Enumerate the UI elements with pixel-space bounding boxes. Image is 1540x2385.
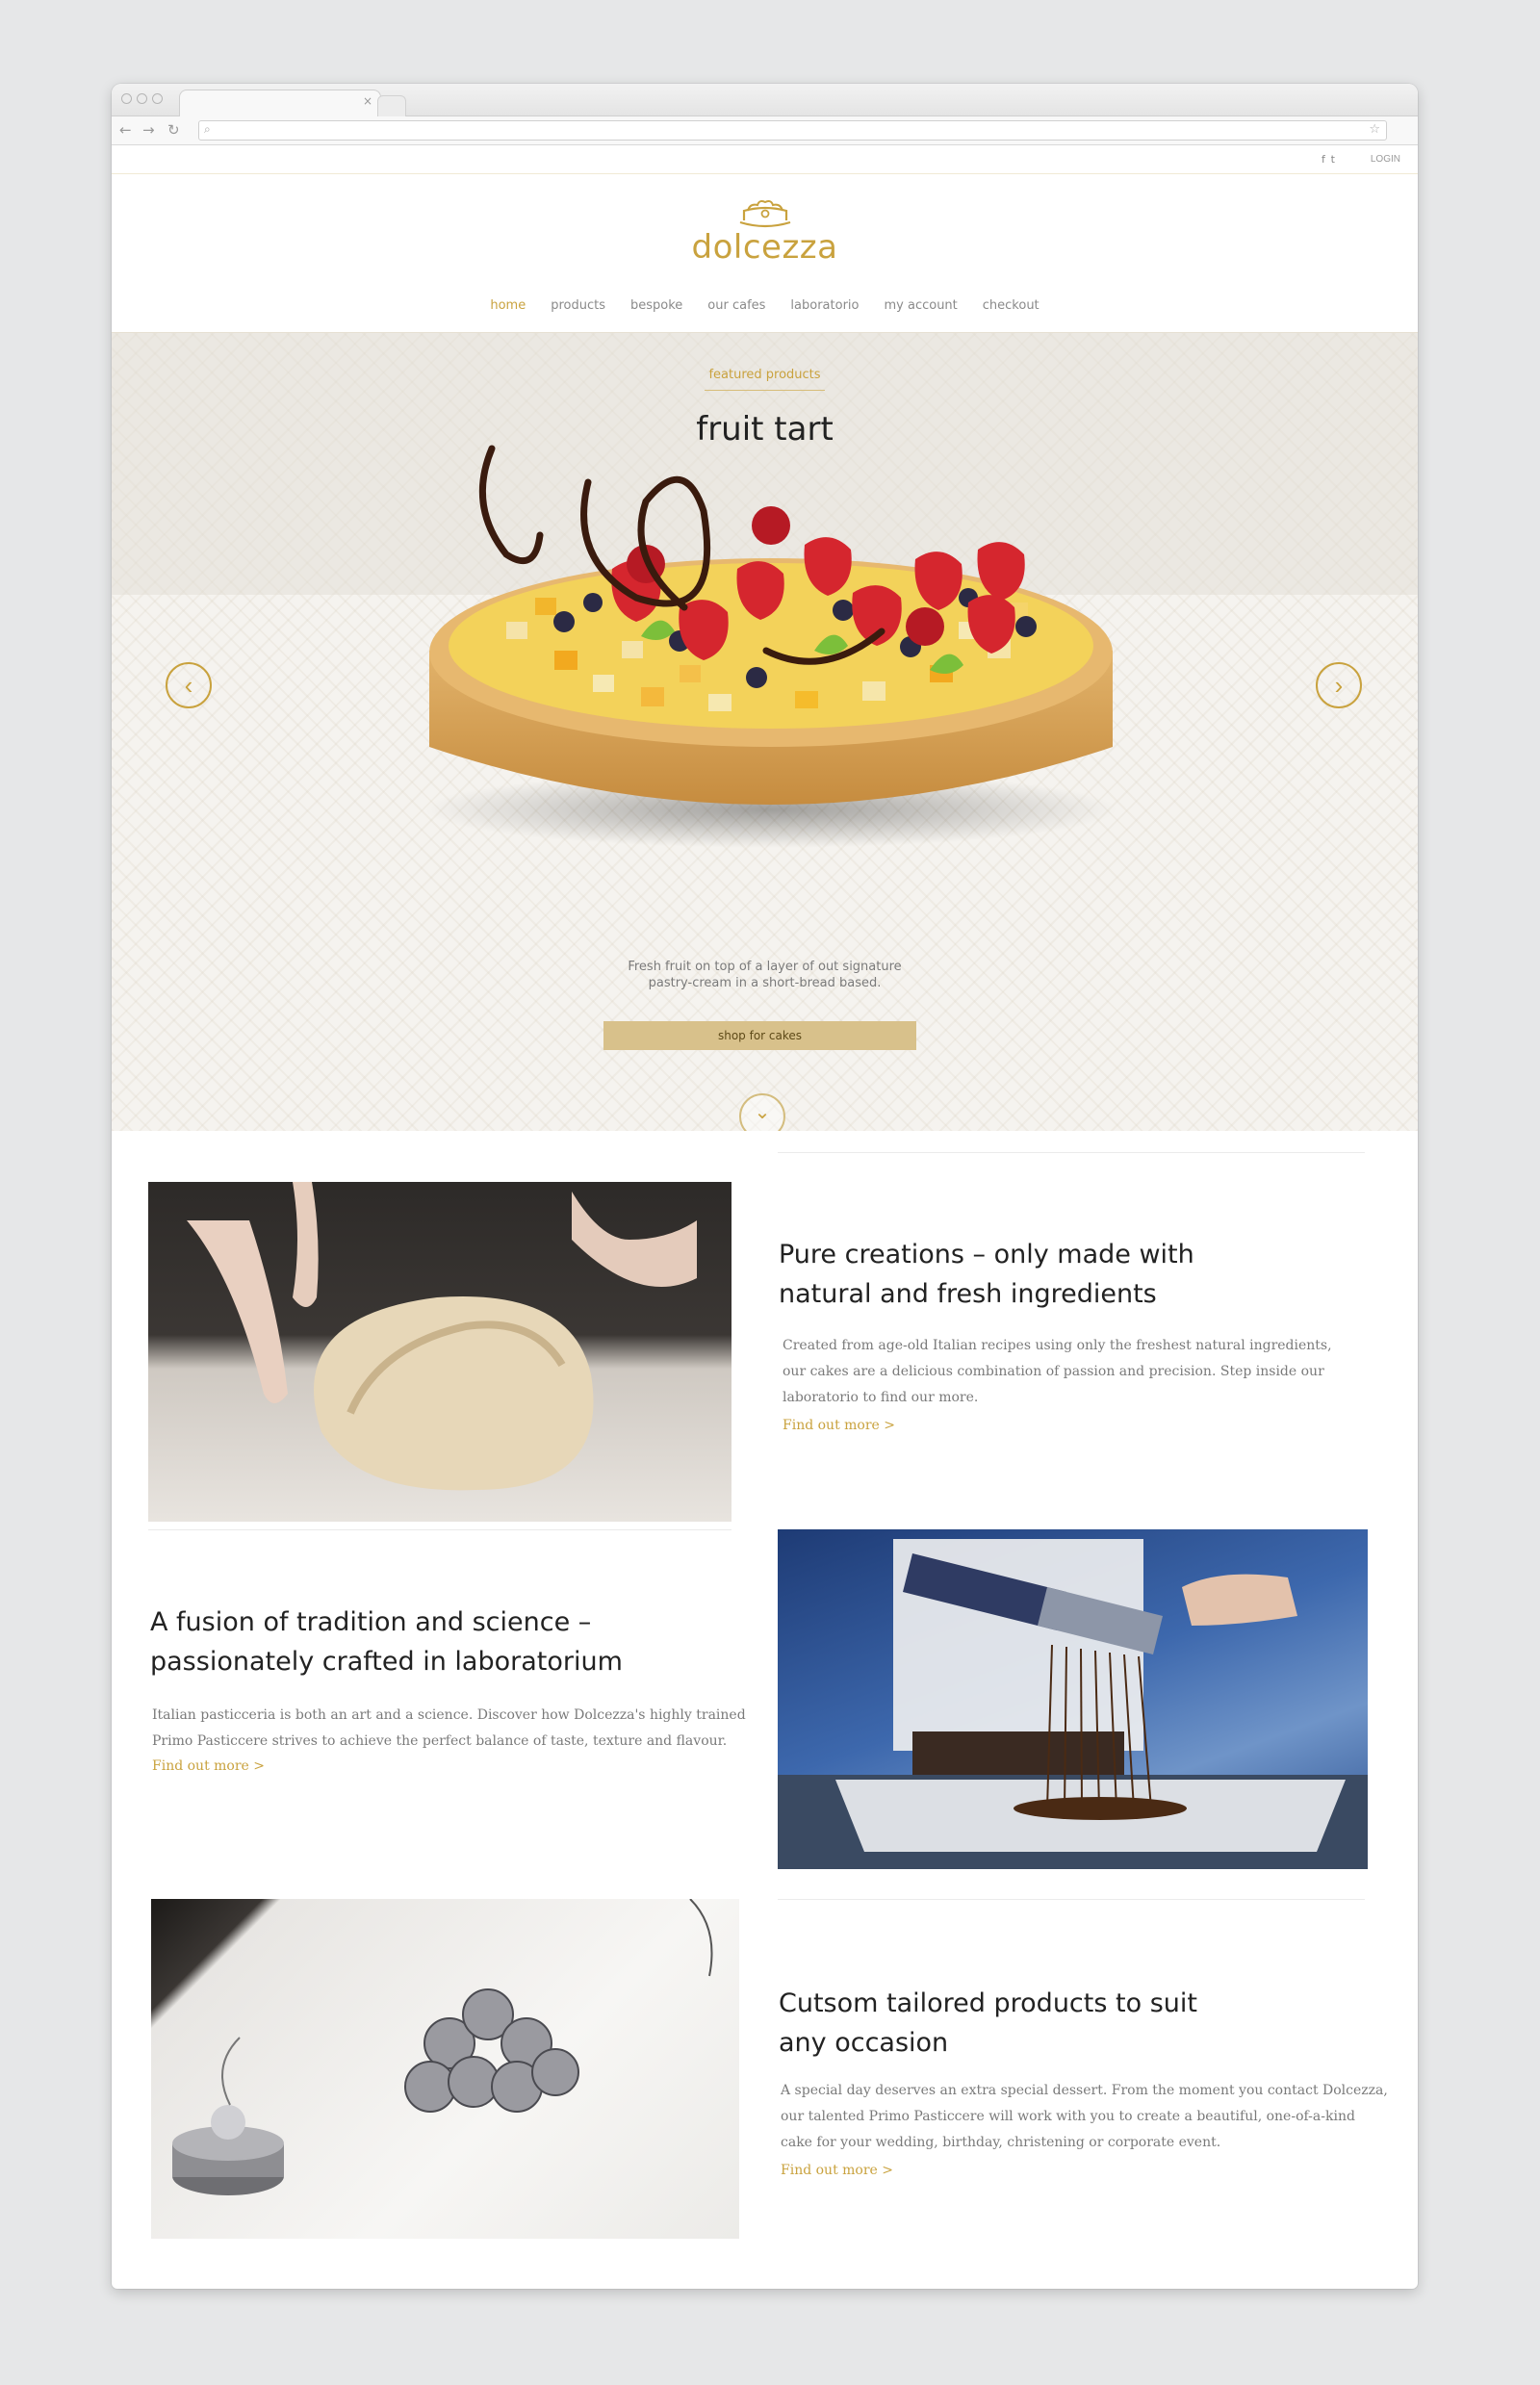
browser-tab-bar: ×	[112, 84, 1418, 116]
scroll-down-button[interactable]: ⌄	[739, 1093, 785, 1131]
dough-photo	[148, 1182, 732, 1522]
nav-item-products[interactable]: products	[538, 298, 618, 313]
section-title: Pure creations – only made with natural …	[779, 1235, 1194, 1314]
section-title: Cutsom tailored products to suit any occ…	[779, 1984, 1197, 2063]
section-title-line: Pure creations – only made with	[779, 1240, 1194, 1269]
fruit-tart-image	[424, 445, 1117, 848]
section-body: A special day deserves an extra special …	[781, 2078, 1388, 2156]
twitter-icon[interactable]: t	[1331, 153, 1341, 166]
hero-slider: featured products fruit tart ‹ › Fresh f…	[112, 332, 1418, 1131]
hero-description-line: Fresh fruit on top of a layer of out sig…	[628, 960, 902, 974]
close-icon[interactable]: ×	[363, 94, 372, 108]
cake-sketch-image	[172, 1899, 713, 2195]
section-body-line: A special day deserves an extra special …	[781, 2083, 1388, 2098]
browser-tab[interactable]: ×	[179, 90, 381, 116]
login-link[interactable]: LOGIN	[1371, 154, 1400, 165]
section-title-line: natural and fresh ingredients	[779, 1279, 1157, 1309]
find-out-more-link[interactable]: Find out more >	[781, 2163, 893, 2178]
chevron-right-icon: ›	[1334, 671, 1344, 700]
back-icon[interactable]: ←	[119, 121, 132, 139]
hero-description-line: pastry-cream in a short-bread based.	[648, 976, 882, 990]
nav-item-checkout[interactable]: checkout	[970, 298, 1052, 313]
section-body-line: Primo Pasticcere strives to achieve the …	[152, 1733, 728, 1749]
forward-icon[interactable]: →	[142, 121, 155, 139]
site-topbar: ft LOGIN	[112, 145, 1418, 174]
chocolate-work-image	[778, 1539, 1368, 1869]
section-body-line: Italian pasticceria is both an art and a…	[152, 1707, 746, 1723]
featured-products-label: featured products	[705, 368, 825, 391]
nav-item-laboratorio[interactable]: laboratorio	[778, 298, 871, 313]
logo-text: dolcezza	[691, 228, 838, 267]
cake-logo-icon	[739, 200, 790, 228]
section-title-line: A fusion of tradition and science –	[150, 1607, 592, 1637]
section-title-line: Cutsom tailored products to suit	[779, 1988, 1197, 2018]
nav-item-bespoke[interactable]: bespoke	[618, 298, 695, 313]
window-zoom-dot[interactable]	[152, 93, 163, 104]
browser-toolbar: ← → ↻ ⌕ ☆	[112, 116, 1418, 145]
reload-icon[interactable]: ↻	[167, 121, 180, 139]
nav-item-home[interactable]: home	[477, 298, 538, 313]
prev-slide-button[interactable]: ‹	[166, 662, 212, 708]
shop-for-cakes-button[interactable]: shop for cakes	[603, 1021, 916, 1050]
section-title: A fusion of tradition and science – pass…	[150, 1603, 623, 1681]
find-out-more-link[interactable]: Find out more >	[783, 1418, 895, 1433]
nav-item-my-account[interactable]: my account	[871, 298, 969, 313]
section-body-line: our cakes are a delicious combination of…	[783, 1364, 1324, 1379]
window-close-dot[interactable]	[121, 93, 132, 104]
social-links: ft	[1322, 153, 1341, 166]
section-divider	[778, 1152, 1365, 1153]
section-divider	[778, 1899, 1365, 1900]
search-icon: ⌕	[204, 122, 211, 136]
section-body: Italian pasticceria is both an art and a…	[152, 1703, 746, 1755]
window-minimize-dot[interactable]	[137, 93, 147, 104]
hero-description: Fresh fruit on top of a layer of out sig…	[112, 959, 1418, 991]
browser-window: × ← → ↻ ⌕ ☆ ft LOGIN dolcezza home produ…	[112, 84, 1418, 2289]
chocolate-chef-photo	[778, 1529, 1368, 1869]
find-out-more-link[interactable]: Find out more >	[152, 1758, 265, 1774]
address-bar[interactable]: ⌕ ☆	[198, 120, 1387, 141]
main-nav: home products bespoke our cafes laborato…	[112, 298, 1418, 313]
section-title-line: passionately crafted in laboratorium	[150, 1647, 623, 1677]
section-title-line: any occasion	[779, 2028, 949, 2058]
featured-label: featured products	[112, 364, 1418, 391]
sketch-photo	[151, 1899, 739, 2239]
facebook-icon[interactable]: f	[1322, 153, 1331, 166]
new-tab-button[interactable]	[377, 95, 406, 116]
dough-image	[187, 1182, 697, 1491]
logo[interactable]: dolcezza	[112, 197, 1418, 267]
section-body-line: Created from age-old Italian recipes usi…	[783, 1338, 1332, 1353]
section-body-line: our talented Primo Pasticcere will work …	[781, 2109, 1355, 2124]
nav-item-our-cafes[interactable]: our cafes	[695, 298, 778, 313]
section-body: Created from age-old Italian recipes usi…	[783, 1333, 1332, 1411]
chevron-left-icon: ‹	[184, 671, 193, 700]
section-divider	[148, 1529, 732, 1530]
section-body-line: laboratorio to find our more.	[783, 1390, 979, 1405]
section-body-line: cake for your wedding, birthday, christe…	[781, 2135, 1221, 2150]
next-slide-button[interactable]: ›	[1316, 662, 1362, 708]
chevron-down-icon: ⌄	[754, 1100, 771, 1123]
bookmark-star-icon[interactable]: ☆	[1369, 122, 1380, 137]
